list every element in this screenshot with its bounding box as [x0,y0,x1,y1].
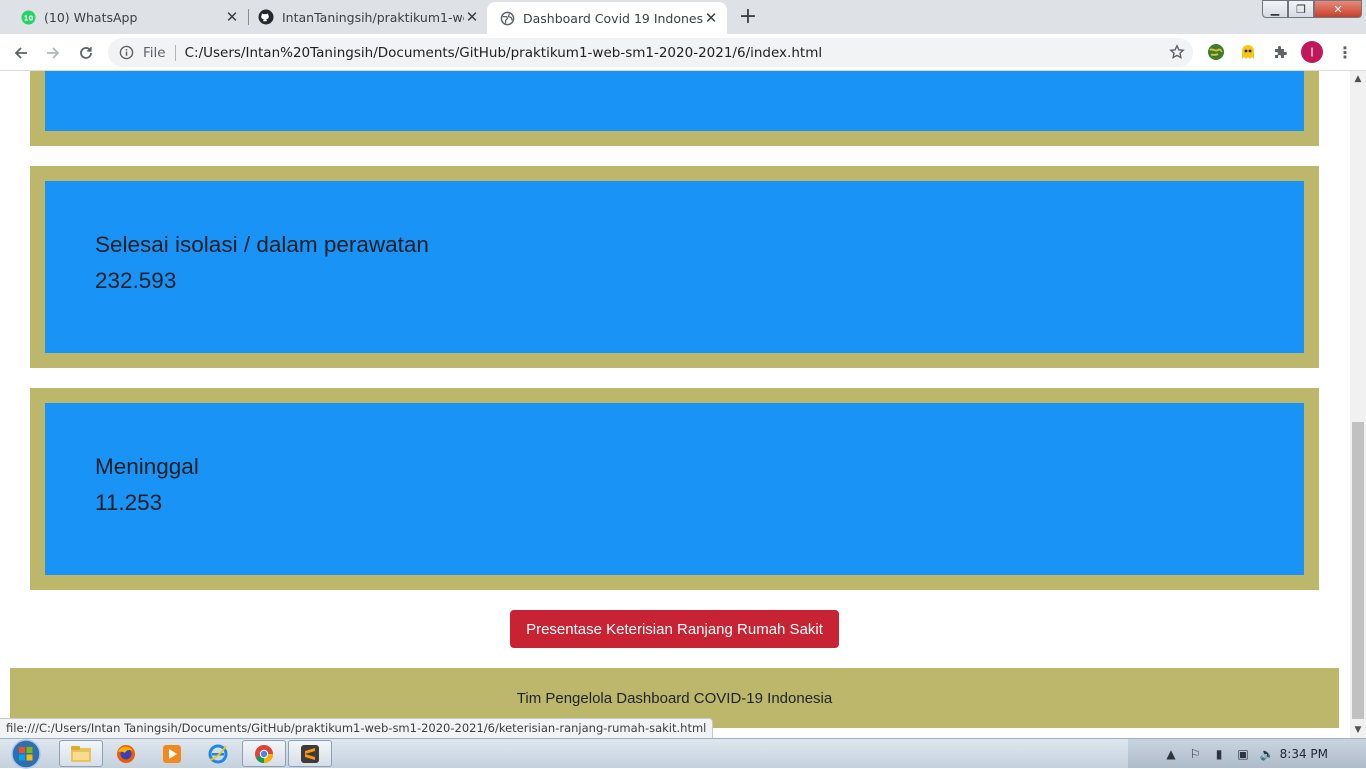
github-icon [258,9,274,25]
tab-badge: 10 [23,13,33,22]
restore-button[interactable]: ❐ [1288,0,1314,18]
scroll-up-arrow-icon[interactable]: ▲ [1350,71,1366,87]
divider [174,44,176,61]
system-tray: ▲ ⚐ ▮ ▣ 🔈 8:34 PM [1128,739,1366,768]
arrow-left-icon [14,47,27,59]
volume-icon[interactable]: 🔈 [1258,745,1276,763]
menu-kebab-icon[interactable]: ⋮ [1334,41,1356,63]
tab-title: (10) WhatsApp [44,9,138,25]
close-icon[interactable]: ✕ [464,9,480,25]
tab-title: Dashboard Covid 19 Indonesia [523,10,703,26]
card-deaths: Meninggal 11.253 [30,388,1319,590]
start-button[interactable] [6,738,46,769]
close-window-button[interactable]: ✕ [1314,0,1362,18]
media-player-icon[interactable] [150,740,194,767]
tab-github[interactable]: IntanTaningsih/praktikum1-web- ✕ [238,0,488,34]
card-value: 232.593 [95,268,177,293]
url-text[interactable]: C:/Users/Intan%20Taningsih/Documents/Git… [185,45,823,61]
extension-globe-icon[interactable] [1205,41,1227,63]
link-status-bar: file:///C:/Users/Intan Taningsih/Documen… [0,718,714,738]
firefox-icon[interactable] [104,740,148,767]
profile-initial: I [1310,46,1314,60]
clock[interactable]: 8:34 PM [1280,747,1328,761]
sublime-text-icon[interactable] [288,740,332,767]
ie-icon[interactable] [196,740,240,767]
close-icon[interactable]: ✕ [703,10,719,26]
extension-ghost-icon[interactable] [1237,41,1259,63]
tab-dashboard[interactable]: Dashboard Covid 19 Indonesia ✕ [487,2,727,34]
card-title: Selesai isolasi / dalam perawatan [95,232,429,257]
address-bar[interactable]: File C:/Users/Intan%20Taningsih/Document… [108,38,1193,67]
card-inner: Selesai isolasi / dalam perawatan 232.59… [45,181,1304,353]
show-hidden-icons-icon[interactable]: ▲ [1162,745,1180,763]
bookmark-star-icon[interactable] [1169,44,1185,64]
new-tab-button[interactable]: + [734,4,762,32]
profile-avatar[interactable]: I [1301,41,1323,63]
bed-occupancy-button[interactable]: Presentase Keterisian Ranjang Rumah Saki… [510,610,839,648]
footer-text: Tim Pengelola Dashboard COVID-19 Indones… [516,689,833,707]
scroll-down-arrow-icon[interactable]: ▼ [1350,722,1366,738]
globe-icon [499,10,515,26]
extensions-puzzle-icon[interactable] [1269,41,1291,63]
tab-whatsapp[interactable]: 10 (10) WhatsApp ✕ [0,0,248,34]
windows-logo-icon [11,738,41,769]
tab-title: IntanTaningsih/praktikum1-web- [282,9,464,25]
reload-icon [80,47,92,59]
card-partial [30,71,1319,146]
whatsapp-icon: 10 [20,9,36,25]
protocol-label: File [143,44,166,61]
action-center-flag-icon[interactable]: ⚐ [1186,745,1204,763]
card-value: 11.253 [95,490,163,515]
forward-button[interactable] [40,40,66,66]
network-icon[interactable]: ▣ [1234,745,1252,763]
card-inner [45,71,1304,131]
reload-button[interactable] [73,40,99,66]
card-title: Meninggal [95,454,199,479]
back-button[interactable] [8,40,34,66]
chrome-icon[interactable] [242,740,286,767]
page-viewport: Selesai isolasi / dalam perawatan 232.59… [0,71,1350,738]
info-icon[interactable] [118,45,134,61]
scrollbar-thumb[interactable] [1352,422,1364,719]
arrow-right-icon [47,47,60,59]
card-recovered: Selesai isolasi / dalam perawatan 232.59… [30,166,1319,368]
battery-icon[interactable]: ▮ [1210,745,1228,763]
minimize-button[interactable]: ▁ [1262,0,1288,18]
windows-explorer-icon[interactable] [59,740,103,767]
card-inner: Meninggal 11.253 [45,403,1304,575]
